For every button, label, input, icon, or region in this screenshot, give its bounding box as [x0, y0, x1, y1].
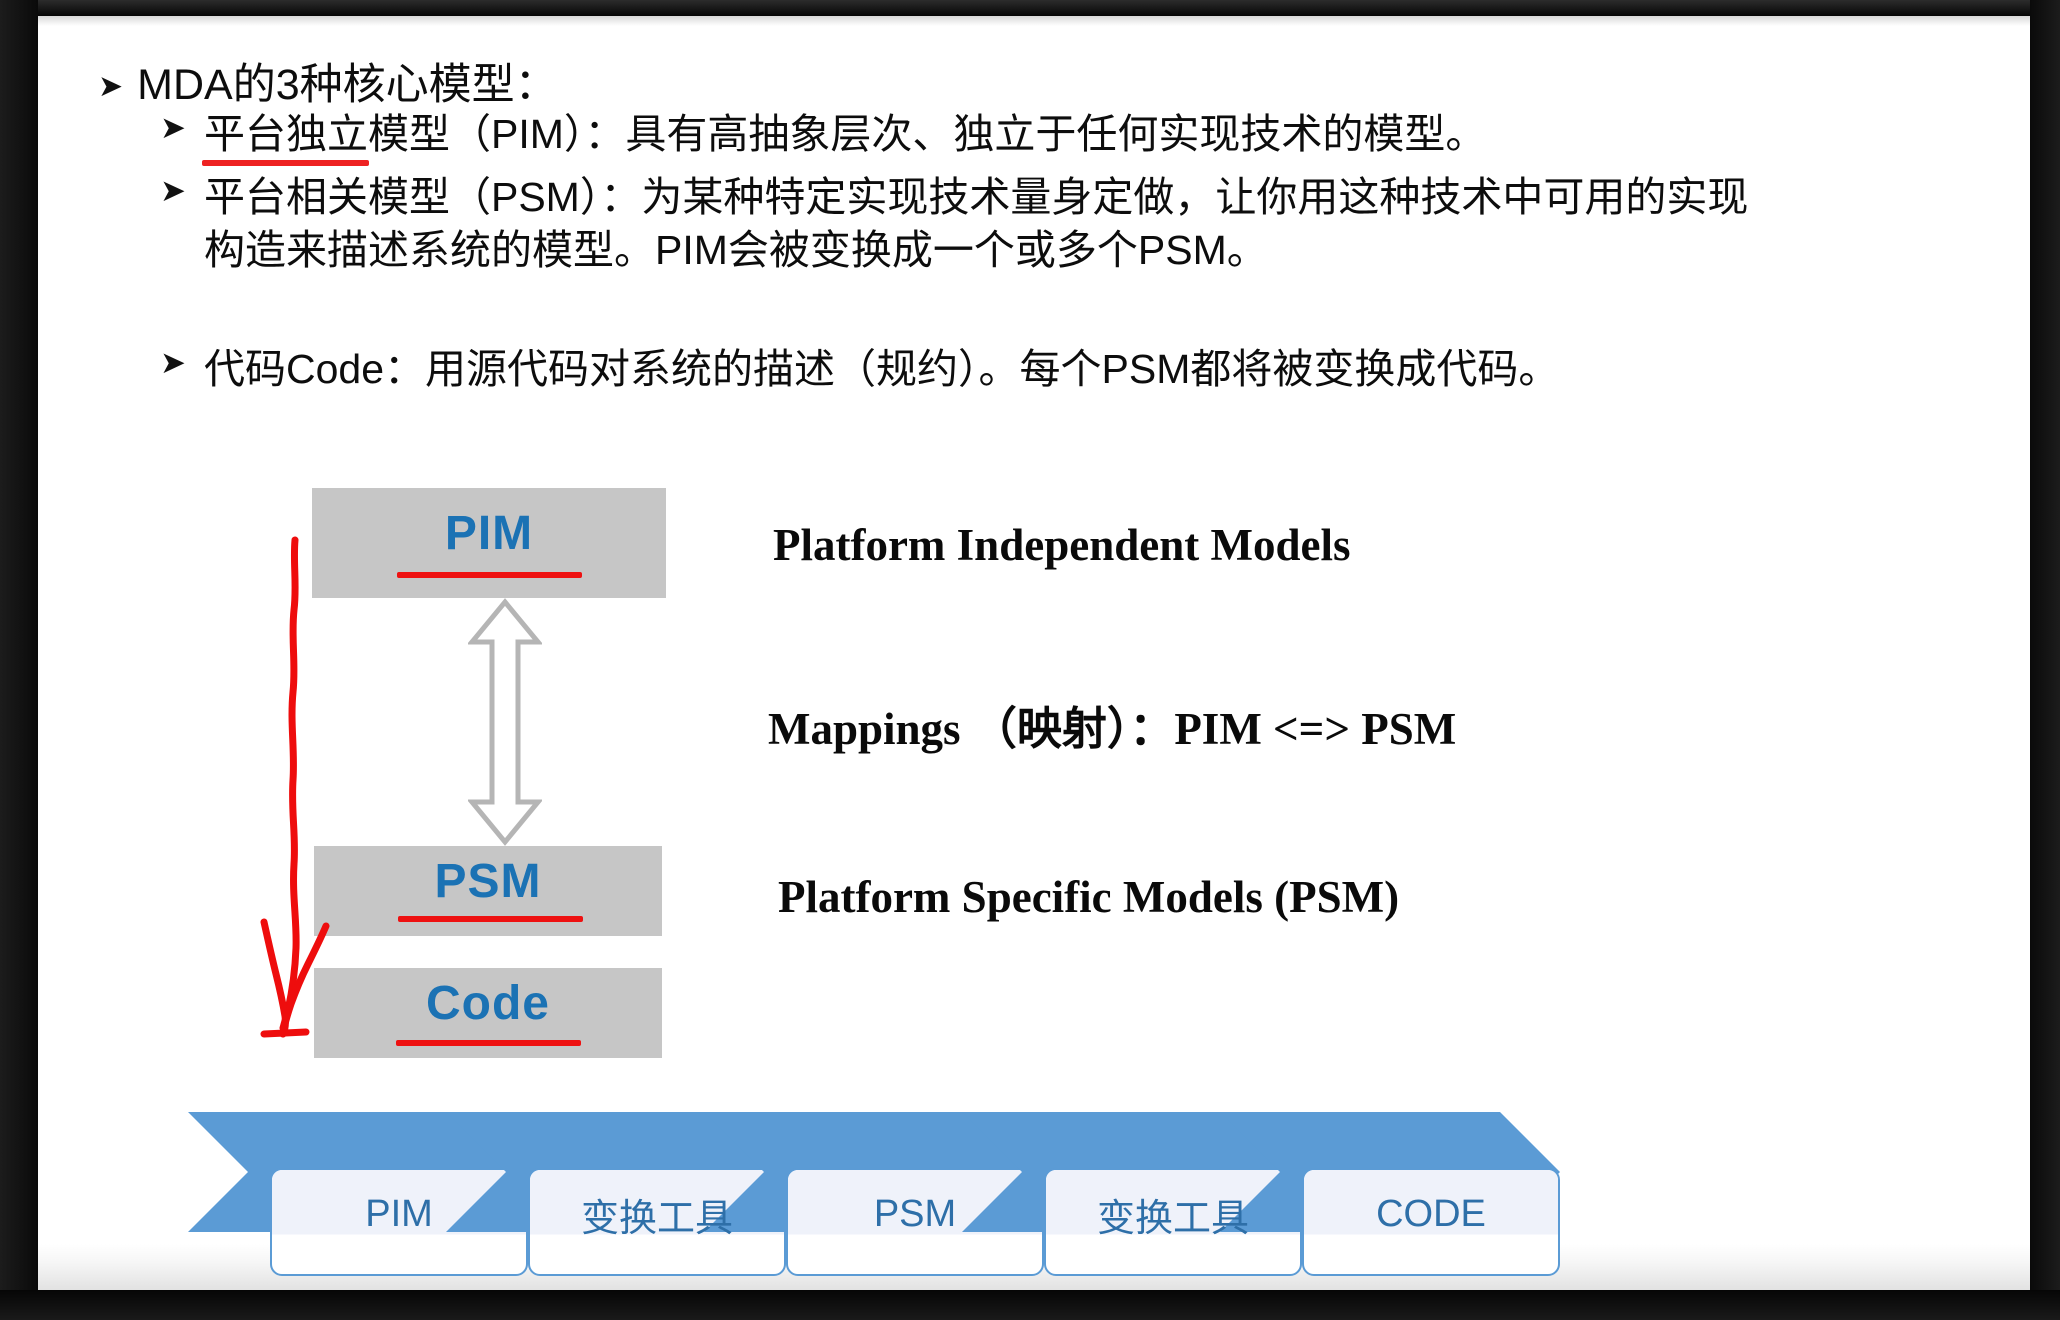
pim-box: PIM — [312, 488, 666, 598]
page-title: MDA的3种核心模型： — [137, 61, 558, 109]
flow-step-label: PIM — [365, 1192, 433, 1235]
flow-step-label: PSM — [873, 1192, 957, 1235]
bullet-item-psm: ➤ 平台相关模型（PSM）：为某种特定实现技术量身定做，让你用这种技术中可用的实… — [160, 171, 1748, 278]
process-flow: PIM 变换工具 PSM 变换工具 CODE — [188, 1112, 1968, 1280]
right-arrow-bullet-icon: ➤ — [98, 70, 124, 103]
psm-red-underline — [398, 916, 583, 922]
chevron-bullet-icon: ➤ — [160, 345, 186, 380]
bullet-item-code: ➤ 代码Code：用源代码对系统的描述（规约）。每个PSM都将被变换成代码。 — [160, 343, 1559, 396]
flow-step-label: CODE — [1376, 1192, 1486, 1235]
bullet-item-pim: ➤ 平台独立模型（PIM）：具有高抽象层次、独立于任何实现技术的模型。 — [160, 108, 1486, 161]
bullet-text-psm-line1: 平台相关模型（PSM）：为某种特定实现技术量身定做，让你用这种技术中可用的实现 — [203, 174, 1749, 220]
psm-box: PSM — [314, 846, 662, 936]
pim-box-label: PIM — [444, 507, 534, 560]
bullet-text-code: 代码Code：用源代码对系统的描述（规约）。每个PSM都将被变换成代码。 — [203, 346, 1560, 392]
slide-top-shade — [38, 16, 2030, 26]
frame-edge-top — [0, 0, 2060, 16]
flow-step-label: 变换工具 — [1096, 1197, 1249, 1240]
caption-mappings: Mappings （映射）：PIM <=> PSM — [768, 704, 1457, 754]
frame-edge-bottom — [0, 1290, 2060, 1320]
frame-edge-right — [2030, 0, 2060, 1320]
code-red-underline — [396, 1040, 581, 1046]
code-box: Code — [314, 968, 662, 1058]
heading-bullet: ➤ MDA的3种核心模型： — [98, 50, 558, 112]
flow-card-code[interactable]: CODE — [1302, 1168, 1560, 1276]
screen-frame: ➤ MDA的3种核心模型： ➤ 平台独立模型（PIM）：具有高抽象层次、独立于任… — [0, 0, 2060, 1320]
double-headed-vertical-arrow — [468, 598, 542, 846]
caption-platform-independent-models: Platform Independent Models — [773, 520, 1351, 570]
flow-step-code[interactable]: CODE — [1220, 1112, 1580, 1280]
bullet-text-psm-line2: 构造来描述系统的模型。PIM会被变换成一个或多个PSM。 — [203, 227, 1268, 274]
psm-box-label: PSM — [434, 855, 542, 908]
red-underlined-phrase: 平台独立 — [203, 111, 368, 157]
caption-platform-specific-models: Platform Specific Models (PSM) — [778, 872, 1400, 922]
bullet-text-psm: 平台相关模型（PSM）：为某种特定实现技术量身定做，让你用这种技术中可用的实现 … — [204, 171, 1748, 278]
bullet-text-pim-rest: 模型（PIM）：具有高抽象层次、独立于任何实现技术的模型。 — [367, 111, 1487, 157]
frame-edge-left — [0, 0, 38, 1320]
pim-red-underline — [397, 572, 582, 578]
slide-canvas: ➤ MDA的3种核心模型： ➤ 平台独立模型（PIM）：具有高抽象层次、独立于任… — [38, 16, 2030, 1290]
chevron-bullet-icon: ➤ — [160, 110, 186, 145]
code-box-label: Code — [426, 977, 550, 1030]
bullet-text-pim: 平台独立模型（PIM）：具有高抽象层次、独立于任何实现技术的模型。 — [204, 108, 1486, 161]
flow-step-label: 变换工具 — [580, 1197, 733, 1240]
chevron-bullet-icon: ➤ — [160, 173, 186, 208]
